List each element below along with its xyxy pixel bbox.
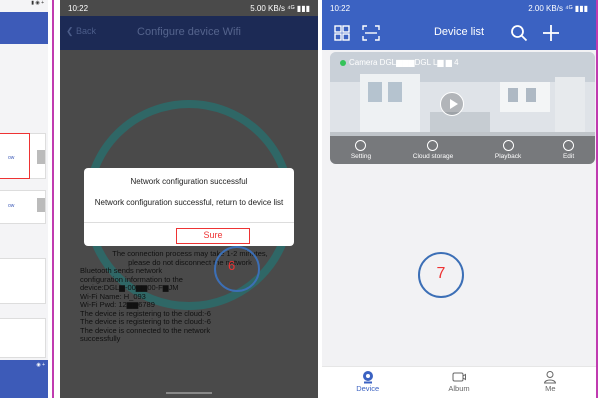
action-label: Edit xyxy=(562,153,575,160)
tab-album[interactable]: Album xyxy=(413,367,504,398)
action-label: Setting xyxy=(350,153,372,160)
status-bar: 10:22 2.00 KB/s ⁴ᴳ ▮▮▮ xyxy=(322,0,596,16)
row-button[interactable]: ow xyxy=(8,203,22,213)
tab-label: Device xyxy=(356,384,380,393)
cloud-storage-action[interactable]: Cloud storage xyxy=(413,140,453,160)
configure-wifi-screen: 10:22 5.00 KB/s ⁴ᴳ ▮▮▮ ❮ Back Configure … xyxy=(60,0,318,398)
online-status-dot xyxy=(340,59,346,66)
screen-header: Device list xyxy=(322,16,596,50)
bottom-tab-bar: Device Album Me xyxy=(322,366,596,398)
camera-card[interactable]: Camera DGL▆▆▆DGL L▆ ▆ 4 Setting Cloud st… xyxy=(330,52,595,164)
home-indicator xyxy=(166,392,212,394)
edit-icon xyxy=(563,140,575,151)
playback-icon xyxy=(502,140,514,151)
device-list-screen: 10:22 2.00 KB/s ⁴ᴳ ▮▮▮ Device list Camer… xyxy=(322,0,596,398)
action-label: Playback xyxy=(494,153,522,160)
left-header-bar xyxy=(0,12,48,44)
row-button[interactable]: ow xyxy=(8,155,22,165)
page-title: Configure device Wifi xyxy=(137,26,241,38)
settings-card xyxy=(0,258,46,304)
search-icon[interactable] xyxy=(510,24,528,42)
dialog-divider xyxy=(84,222,294,223)
gear-icon xyxy=(355,140,367,151)
status-indicators: 5.00 KB/s ⁴ᴳ ▮▮▮ xyxy=(250,3,310,13)
frame-border-right xyxy=(596,0,598,398)
status-time: 10:22 xyxy=(330,3,351,13)
step-annotation-circle: 7 xyxy=(418,252,464,298)
album-icon xyxy=(452,372,466,382)
camera-name: Camera DGL▆▆▆DGL L▆ ▆ 4 xyxy=(340,58,459,67)
camera-name-text: Camera DGL▆▆▆DGL L▆ ▆ 4 xyxy=(349,58,459,67)
dialog-title: Network configuration successful xyxy=(130,177,248,186)
cloud-icon xyxy=(427,140,439,151)
step-number: 7 xyxy=(436,265,446,282)
play-icon[interactable] xyxy=(440,92,464,116)
status-time: 10:22 xyxy=(68,3,89,13)
dialog-message: Network configuration successful, return… xyxy=(94,198,284,207)
frame-border-left xyxy=(52,0,54,398)
device-icon xyxy=(362,371,373,384)
settings-card xyxy=(0,318,46,358)
sure-button[interactable]: Sure xyxy=(176,228,250,244)
screenshot-collage: ▮ ◉ + ow ow ◉ + 10:22 5.00 KB/s ⁴ᴳ ▮▮▮ ❮… xyxy=(0,0,604,398)
success-dialog: Network configuration successful Network… xyxy=(84,168,294,246)
tab-label: Me xyxy=(545,384,556,393)
status-bar: 10:22 5.00 KB/s ⁴ᴳ ▮▮▮ xyxy=(60,0,318,16)
tab-device[interactable]: Device xyxy=(322,367,413,398)
setting-action[interactable]: Setting xyxy=(351,140,371,160)
toggle-handle[interactable] xyxy=(37,150,45,164)
action-label: Cloud storage xyxy=(412,153,454,160)
toggle-handle[interactable] xyxy=(37,198,45,212)
playback-action[interactable]: Playback xyxy=(495,140,521,160)
screen-header: ❮ Back Configure device Wifi xyxy=(60,16,318,50)
tab-label: Album xyxy=(448,384,470,393)
tab-me[interactable]: Me xyxy=(505,367,596,398)
status-icons: ▮ ◉ + xyxy=(31,0,44,6)
edit-action[interactable]: Edit xyxy=(563,140,574,160)
status-indicators: 2.00 KB/s ⁴ᴳ ▮▮▮ xyxy=(528,3,588,13)
status-icons: ◉ + xyxy=(36,362,45,368)
camera-actions: Setting Cloud storage Playback Edit xyxy=(330,136,595,164)
configuration-log: The connection process may take 1-2 minu… xyxy=(80,249,300,344)
person-icon xyxy=(544,371,557,384)
log-line: successfully xyxy=(80,334,121,343)
left-phone-partial: ▮ ◉ + ow ow ◉ + xyxy=(0,0,48,398)
step-annotation-circle xyxy=(214,246,260,292)
step-number: 6 xyxy=(228,258,236,273)
add-device-icon[interactable] xyxy=(542,24,560,42)
